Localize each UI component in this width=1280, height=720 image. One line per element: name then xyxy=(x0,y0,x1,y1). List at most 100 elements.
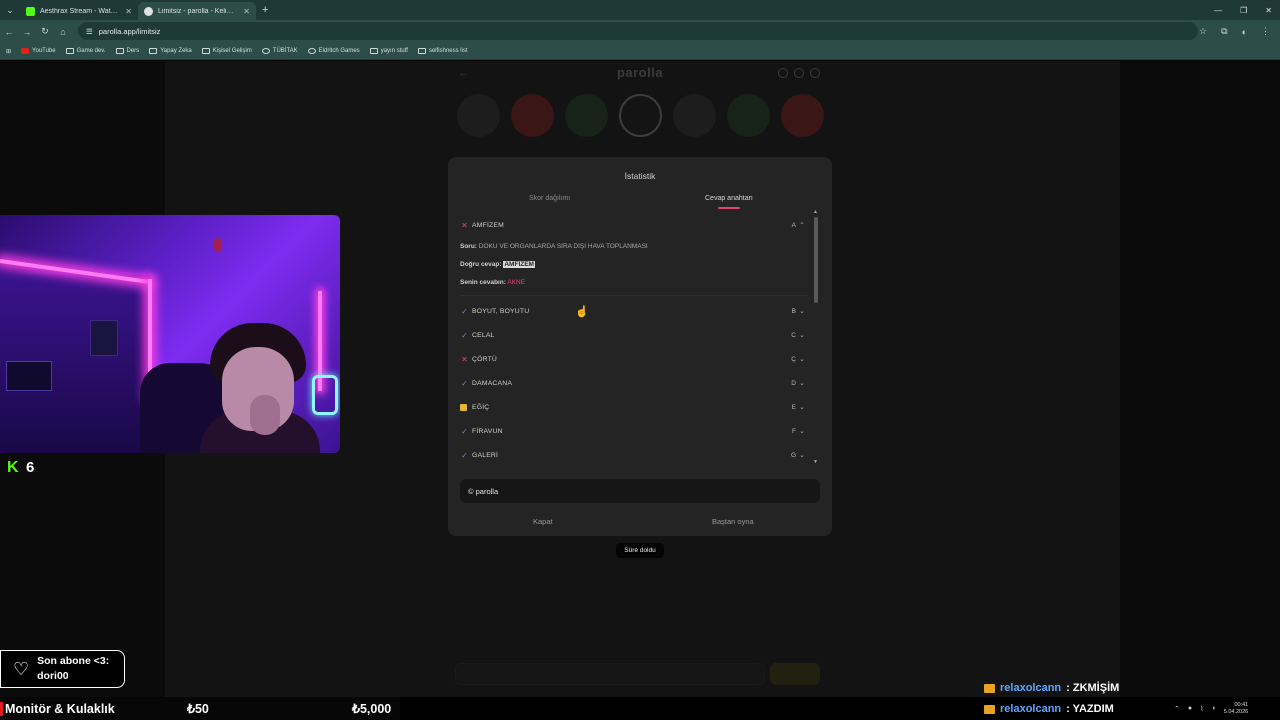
answer-row[interactable]: EĞİÇ E ⌄ xyxy=(460,395,806,419)
answer-row[interactable]: ✓ GALERİ G ⌄ xyxy=(460,443,806,463)
answer-input[interactable] xyxy=(455,663,765,685)
chevron-up-icon[interactable]: ⌃ xyxy=(798,221,806,229)
answer-key-list: ✕ AMFİZEM A ⌃ Soru: DOKU VE ORGANLARDA S… xyxy=(448,213,822,463)
profile-avatar[interactable]: ◐ xyxy=(1242,27,1247,37)
bookmark-folder[interactable]: Game dev. xyxy=(65,48,106,54)
menu-icon[interactable]: ⋮ xyxy=(1261,26,1270,37)
letter-bubble xyxy=(673,94,716,137)
letter-bubble xyxy=(511,94,554,137)
chevron-down-icon[interactable]: ⌄ xyxy=(798,451,806,459)
settings-icon[interactable] xyxy=(810,68,820,78)
sub-name: dori00 xyxy=(37,670,69,682)
bookmark-folder[interactable]: yayın stuff xyxy=(369,48,408,54)
tab-parolla[interactable]: Limitsiz - parolla - Kelime oyunu ✕ xyxy=(138,2,256,20)
divider xyxy=(460,295,808,296)
cross-icon: ✕ xyxy=(461,220,468,230)
chevron-down-icon[interactable]: ⌄ xyxy=(798,331,806,339)
webcam-overlay xyxy=(0,215,340,453)
restore-icon[interactable]: ❐ xyxy=(1240,6,1247,15)
bookmark-youtube[interactable]: YouTube xyxy=(21,48,56,54)
list-scrollbar[interactable]: ▲ ▼ xyxy=(813,209,818,465)
chevron-up-icon[interactable]: ⌃ xyxy=(1174,705,1180,713)
globe-icon xyxy=(144,6,153,16)
active-tab-indicator xyxy=(718,207,740,209)
bookmark-eldritch[interactable]: Eldritch Games xyxy=(307,48,360,54)
close-icon[interactable]: ✕ xyxy=(243,7,250,16)
answer-row[interactable]: ✓ BOYUT, BOYUTU B ⌄ xyxy=(460,299,806,323)
folder-icon xyxy=(201,48,210,54)
crown-icon xyxy=(984,704,995,714)
minimize-icon[interactable]: — xyxy=(1214,6,1222,15)
tab-kick-stream[interactable]: Aesthrax Stream - Watch Live o ✕ xyxy=(20,2,138,20)
close-icon[interactable]: ✕ xyxy=(125,7,132,16)
clock[interactable]: 00:41 5.04.2026 xyxy=(1224,702,1248,716)
share-box[interactable]: © parolla xyxy=(460,479,820,503)
chevron-down-icon[interactable]: ⌄ xyxy=(798,307,806,315)
tab-bar: ⌄ Aesthrax Stream - Watch Live o ✕ Limit… xyxy=(0,0,1280,20)
answer-row[interactable]: ✓ CELAL C ⌄ xyxy=(460,323,806,347)
replay-button[interactable]: Baştan oyna xyxy=(712,517,754,526)
correct-answer: Doğru cevap: AMFİZEM xyxy=(460,261,535,268)
new-tab-button[interactable]: + xyxy=(262,4,268,16)
youtube-icon xyxy=(21,48,30,54)
close-window-icon[interactable]: ✕ xyxy=(1265,6,1272,15)
answer-row[interactable]: ✓ FİRAVUN F ⌄ xyxy=(460,419,806,443)
chat-message: relaxolcann : YAZDIM xyxy=(984,703,1114,715)
tab-score-distribution[interactable]: Skor dağılımı xyxy=(529,195,570,202)
chevron-down-icon[interactable]: ⌄ xyxy=(798,427,806,435)
bookmark-folder[interactable]: selfishness list xyxy=(417,48,468,54)
hand-cursor-icon: ☝ xyxy=(575,306,589,318)
bookmarks-bar: ⊞ YouTube Game dev. Ders Yapay Zeka Kişi… xyxy=(0,43,1280,60)
crown-icon xyxy=(984,683,995,693)
volume-icon[interactable]: ◖ xyxy=(1212,705,1216,712)
tab-answer-key[interactable]: Cevap anahtarı xyxy=(705,195,753,202)
kick-logo-icon: K xyxy=(7,459,19,476)
ticker-goal: Monitör & Kulaklık xyxy=(5,701,115,716)
window-controls: — ❐ ✕ xyxy=(1214,0,1272,20)
bookmark-star-icon[interactable]: ☆ xyxy=(1199,26,1207,37)
close-button[interactable]: Kapat xyxy=(533,517,553,526)
your-answer: Senin cevabın: AKNE xyxy=(460,279,526,286)
extensions-icon[interactable]: ⧉ xyxy=(1221,26,1227,37)
answer-row[interactable]: ✕ ÇÖRTÜ Ç ⌄ xyxy=(460,347,806,371)
url-text: parolla.app/limitsiz xyxy=(98,26,161,36)
stats-modal: İstatistik Skor dağılımı Cevap anahtarı … xyxy=(448,157,832,536)
bookmark-folder[interactable]: Ders xyxy=(115,48,139,54)
app-logo: parolla xyxy=(616,65,664,80)
folder-icon xyxy=(115,48,124,54)
forward-icon[interactable]: → xyxy=(18,27,36,37)
letter-bubble xyxy=(727,94,770,137)
site-info-icon[interactable]: ☰ xyxy=(86,27,93,36)
scroll-down-icon[interactable]: ▼ xyxy=(813,459,818,465)
bookmark-folder[interactable]: Yapay Zeka xyxy=(149,48,192,54)
chevron-down-icon[interactable]: ⌄ xyxy=(798,355,806,363)
bookmark-folder[interactable]: Kişisel Gelişim xyxy=(201,48,252,54)
apps-grid-icon[interactable]: ⊞ xyxy=(6,48,11,55)
back-icon[interactable]: ← xyxy=(0,27,18,37)
latest-sub-box: ♡ Son abone <3: dori00 xyxy=(0,650,125,688)
answer-row[interactable]: ✓ DAMACANA D ⌄ xyxy=(460,371,806,395)
scroll-up-icon[interactable]: ▲ xyxy=(813,209,818,215)
letter-bubble xyxy=(565,94,608,137)
chat-message: relaxolcann : ZKMİŞİM xyxy=(984,682,1119,694)
address-bar[interactable]: ☰ parolla.app/limitsiz xyxy=(78,22,1198,40)
network-icon[interactable]: ⌇ xyxy=(1200,705,1203,713)
letter-bubble-current xyxy=(619,94,662,137)
globe-icon xyxy=(307,48,316,54)
check-icon: ✓ xyxy=(461,330,468,340)
time-up-toast: Süre doldu xyxy=(616,543,664,558)
folder-icon xyxy=(65,48,74,54)
home-icon[interactable]: ⌂ xyxy=(54,27,72,37)
chevron-down-icon[interactable]: ⌄ xyxy=(798,403,806,411)
tab-list-button[interactable]: ⌄ xyxy=(0,0,20,20)
answer-row-expanded[interactable]: ✕ AMFİZEM A ⌃ xyxy=(460,213,806,237)
tab-title: Aesthrax Stream - Watch Live o xyxy=(40,7,120,15)
chevron-down-icon[interactable]: ⌄ xyxy=(798,379,806,387)
bookmark-tubitak[interactable]: TÜBİTAK xyxy=(261,48,298,54)
stats-icon[interactable] xyxy=(794,68,804,78)
scroll-thumb[interactable] xyxy=(814,217,818,303)
info-icon[interactable] xyxy=(778,68,788,78)
submit-button[interactable] xyxy=(770,663,820,685)
reload-icon[interactable]: ↻ xyxy=(36,26,54,37)
mic-icon[interactable]: ● xyxy=(1188,705,1192,712)
